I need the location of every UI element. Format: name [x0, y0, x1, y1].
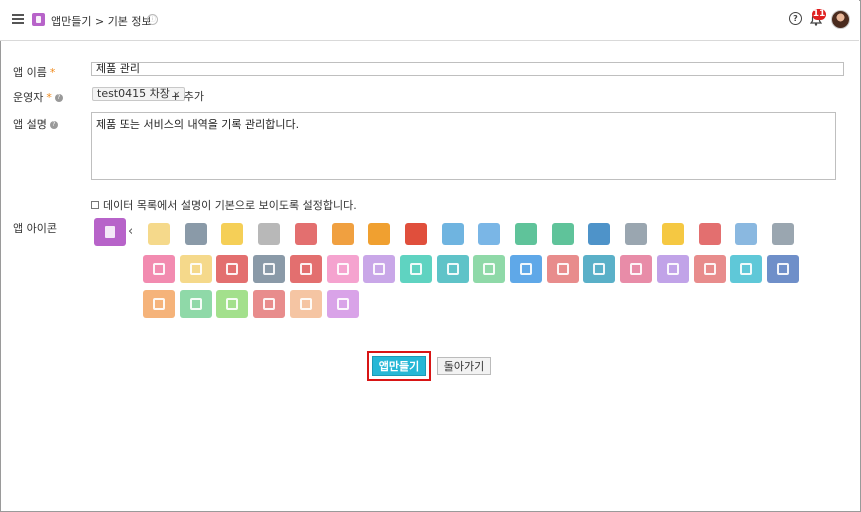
monitor-icon[interactable] [289, 255, 322, 283]
book-icon[interactable] [730, 255, 763, 283]
avatar[interactable] [831, 10, 850, 29]
phone-icon[interactable] [399, 255, 432, 283]
app-name-label: 앱 이름 * [13, 66, 56, 79]
clipboard-icon[interactable] [216, 255, 249, 283]
group-icon[interactable] [473, 255, 506, 283]
credit-card-icon[interactable] [583, 220, 615, 248]
checkbox[interactable] [91, 201, 99, 209]
lock-icon[interactable] [620, 255, 653, 283]
mail-icon[interactable] [143, 220, 175, 248]
clock-icon[interactable] [180, 220, 212, 248]
bar-graph-icon[interactable] [363, 220, 395, 248]
contact-card-icon[interactable] [253, 290, 286, 318]
document-icon-2[interactable] [326, 290, 359, 318]
presentation-icon[interactable] [767, 220, 799, 248]
show-description-checkbox-row[interactable]: 데이터 목록에서 설명이 기본으로 보이도록 설정합니다. [91, 197, 357, 213]
pie-chart-icon[interactable] [327, 220, 359, 248]
shopping-bag-icon[interactable] [143, 255, 175, 283]
parking-icon[interactable] [510, 255, 542, 283]
truck-icon[interactable] [693, 255, 726, 283]
calendar-24-icon[interactable] [400, 220, 432, 248]
top-header: 앱만들기 > 기본 정보 ⓘ ? 11 [0, 0, 859, 41]
chart-icon[interactable] [363, 255, 396, 283]
chevron-left-icon[interactable]: ‹ [128, 224, 133, 239]
car-icon[interactable] [694, 220, 726, 248]
user-circle-icon[interactable] [473, 220, 505, 248]
barcode-icon[interactable] [143, 290, 175, 318]
info-icon[interactable]: ⓘ [147, 14, 158, 25]
back-button[interactable]: 돌아가기 [437, 357, 491, 375]
laptop-icon[interactable] [546, 255, 579, 283]
app-icon [32, 13, 45, 26]
menu-icon[interactable] [12, 14, 24, 24]
inbox-icon[interactable] [326, 255, 359, 283]
tools-icon[interactable] [583, 255, 616, 283]
breadcrumb: 앱만들기 > 기본 정보 [51, 15, 152, 28]
chat-icon[interactable] [547, 220, 579, 248]
description-label: 앱 설명? [13, 116, 58, 132]
help-icon[interactable]: ? [49, 121, 58, 129]
description-textarea[interactable]: 제품 또는 서비스의 내역을 기록 관리합니다. [91, 112, 836, 180]
calendar-26-icon[interactable] [437, 220, 469, 248]
message-icon[interactable] [216, 290, 249, 318]
sticky-note-icon[interactable] [657, 220, 689, 248]
tablet-icon[interactable] [253, 255, 286, 283]
microphone-icon[interactable] [253, 220, 285, 248]
folder-icon[interactable] [179, 255, 212, 283]
document-icon[interactable] [620, 220, 652, 248]
help-icon[interactable]: ? [789, 12, 802, 25]
operator-label: 운영자 *? [13, 89, 63, 105]
icon-label: 앱 아이콘 [13, 222, 57, 235]
notification-badge: 11 [812, 9, 826, 20]
calendar-icon[interactable] [656, 255, 689, 283]
map-icon[interactable] [510, 220, 542, 248]
table-icon[interactable] [179, 290, 212, 318]
selected-app-icon [94, 218, 126, 246]
calculator-icon[interactable] [289, 290, 322, 318]
help-icon[interactable]: ? [54, 94, 63, 102]
ticket-icon[interactable] [290, 220, 322, 248]
gear-icon[interactable] [730, 220, 762, 248]
app-name-input[interactable] [91, 62, 844, 76]
bulb-icon[interactable] [216, 220, 248, 248]
bar-chart-icon[interactable] [766, 255, 799, 283]
add-operator-button[interactable]: + 추가 [171, 88, 204, 104]
taxi-icon[interactable] [436, 255, 469, 283]
make-app-button[interactable]: 앱만들기 [372, 356, 426, 376]
